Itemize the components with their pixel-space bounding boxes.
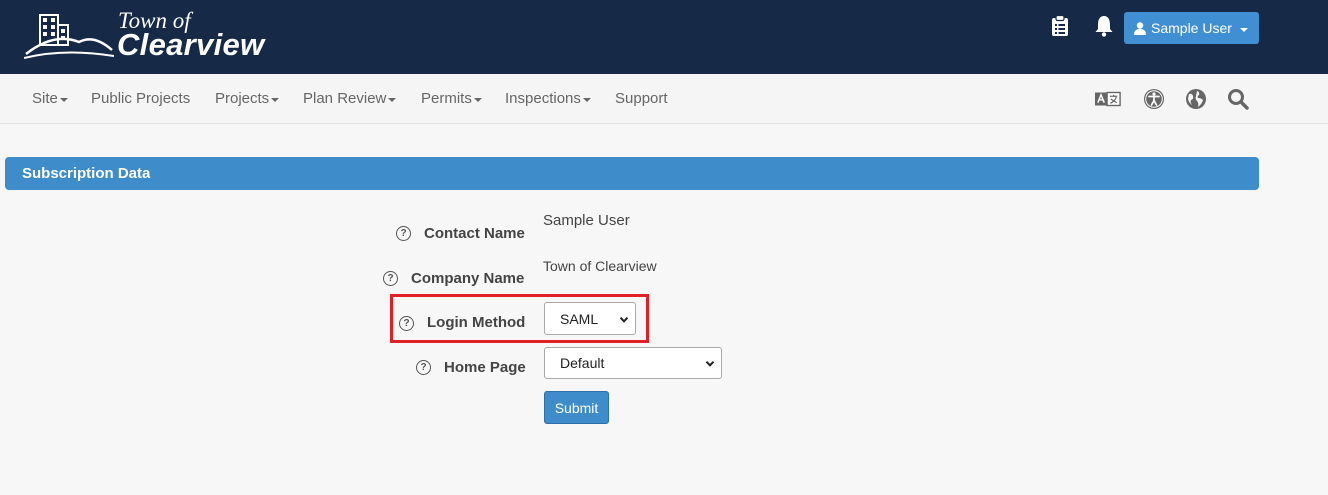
top-header: Town of Clearview Sample User xyxy=(0,0,1328,74)
nav-item-support-label: Support xyxy=(615,90,668,107)
nav-item-permits[interactable]: Permits xyxy=(421,90,482,107)
user-menu-label: Sample User xyxy=(1151,20,1232,36)
help-icon[interactable]: ? xyxy=(416,360,431,375)
nav-item-projects[interactable]: Projects xyxy=(215,90,280,107)
globe-icon[interactable] xyxy=(1183,86,1209,112)
logo-clearview-text: Clearview xyxy=(117,27,265,62)
chevron-down-icon xyxy=(271,97,280,102)
nav-item-projects-label: Projects xyxy=(215,90,270,107)
login-method-label: Login Method xyxy=(427,314,526,331)
nav-item-site-label: Site xyxy=(32,90,58,107)
company-name-value: Town of Clearview xyxy=(543,258,657,274)
nav-item-support[interactable]: Support xyxy=(615,90,668,107)
home-page-label: Home Page xyxy=(444,359,526,376)
chevron-down-icon xyxy=(705,358,715,367)
search-icon[interactable] xyxy=(1225,86,1251,112)
bell-icon[interactable] xyxy=(1093,14,1115,38)
home-page-selected-value: Default xyxy=(560,355,605,371)
nav-item-site[interactable]: Site xyxy=(32,90,68,107)
user-icon xyxy=(1134,21,1146,35)
company-name-label: Company Name xyxy=(411,270,525,287)
user-menu-button[interactable]: Sample User xyxy=(1124,12,1259,44)
login-method-select[interactable]: SAML xyxy=(544,302,636,335)
contact-name-label: Contact Name xyxy=(424,225,525,242)
nav-item-plan-review-label: Plan Review xyxy=(303,90,387,107)
town-logo[interactable]: Town of Clearview xyxy=(24,8,284,64)
nav-item-public-projects[interactable]: Public Projects xyxy=(91,90,190,107)
chevron-down-icon xyxy=(1239,27,1248,32)
chevron-down-icon xyxy=(619,313,629,323)
translate-icon[interactable] xyxy=(1095,86,1121,112)
nav-item-public-projects-label: Public Projects xyxy=(91,90,191,107)
nav-item-plan-review[interactable]: Plan Review xyxy=(303,90,397,107)
chevron-down-icon xyxy=(388,97,397,102)
contact-name-value: Sample User xyxy=(543,212,630,229)
submit-button[interactable]: Submit xyxy=(544,391,609,424)
nav-item-inspections-label: Inspections xyxy=(505,90,581,107)
nav-item-permits-label: Permits xyxy=(421,90,472,107)
help-icon[interactable]: ? xyxy=(383,271,398,286)
clipboard-icon[interactable] xyxy=(1049,14,1071,38)
help-icon[interactable]: ? xyxy=(399,316,414,331)
panel-title: Subscription Data xyxy=(5,157,1259,190)
nav-item-inspections[interactable]: Inspections xyxy=(505,90,591,107)
chevron-down-icon xyxy=(473,97,482,102)
chevron-down-icon xyxy=(582,97,591,102)
help-icon[interactable]: ? xyxy=(396,226,411,241)
town-logo-icon xyxy=(24,14,114,59)
accessibility-icon[interactable] xyxy=(1141,86,1167,112)
main-nav: Site Public Projects Projects Plan Revie… xyxy=(0,74,1328,124)
chevron-down-icon xyxy=(59,97,68,102)
home-page-select[interactable]: Default xyxy=(544,347,722,379)
login-method-selected-value: SAML xyxy=(560,310,599,327)
